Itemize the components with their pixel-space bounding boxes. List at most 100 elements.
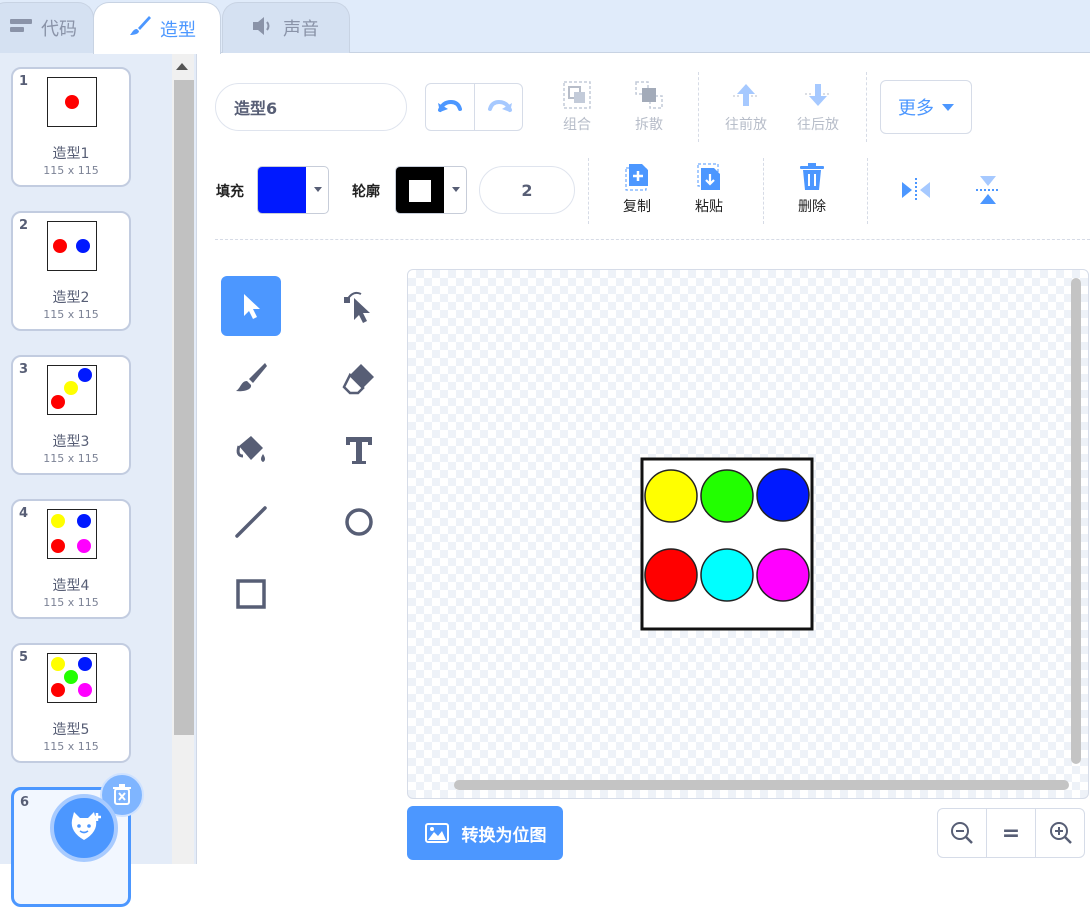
copy-label: 复制: [623, 199, 651, 215]
flip-vertical-button[interactable]: [970, 172, 1006, 208]
trash-icon: [800, 163, 824, 190]
ungroup-button[interactable]: 拆散: [624, 80, 674, 136]
rectangle-tool[interactable]: [221, 564, 281, 624]
tab-label: 代码: [41, 19, 77, 40]
arrow-up-icon: [733, 84, 759, 106]
circle-icon: [345, 508, 373, 536]
costume-size: 115 x 115: [43, 452, 99, 465]
costume-thumbnail: [47, 221, 97, 271]
paste-button[interactable]: 粘贴: [684, 162, 734, 216]
delete-button[interactable]: 删除: [787, 162, 837, 216]
ungroup-label: 拆散: [635, 117, 663, 133]
brush-tool[interactable]: [221, 348, 281, 408]
ungroup-icon: [635, 81, 663, 109]
costume-name: 造型3: [52, 434, 90, 450]
tab-label: 造型: [160, 19, 196, 41]
costume-drawing[interactable]: [640, 457, 814, 631]
fill-tool[interactable]: [221, 420, 281, 480]
arrow-pointer-icon: [244, 294, 260, 319]
fill-swatch: [258, 167, 306, 213]
text-tool[interactable]: [329, 420, 389, 480]
undo-icon: [438, 99, 462, 112]
line-icon: [235, 506, 267, 538]
costume-size: 115 x 115: [43, 308, 99, 321]
convert-label: 转换为位图: [461, 825, 547, 846]
text-icon: [346, 437, 372, 464]
costume-name: 造型5: [52, 722, 90, 738]
caret-down-icon: [314, 187, 322, 192]
zoom-out-button[interactable]: [938, 809, 987, 857]
undo-button[interactable]: [426, 84, 475, 130]
flip-vertical-icon: [976, 176, 1000, 204]
tab-costumes[interactable]: 造型: [93, 2, 221, 54]
caret-down-icon: [452, 187, 460, 192]
select-tool[interactable]: [221, 276, 281, 336]
tab-sounds[interactable]: 声音: [222, 2, 350, 53]
yellow-circle: [644, 469, 698, 523]
zoom-in-icon: [1049, 822, 1072, 844]
green-circle: [700, 469, 754, 523]
costume-thumbnail: [47, 653, 97, 703]
flip-horizontal-button[interactable]: [898, 172, 934, 208]
code-icon: [9, 17, 33, 40]
paint-bucket-icon: [236, 436, 265, 462]
costume-list: 1 造型1 115 x 115 2 造型2 115 x 115 3 造型3 11…: [0, 53, 197, 907]
outline-width-input[interactable]: 2: [479, 166, 575, 214]
canvas-vertical-scrollbar[interactable]: [1071, 278, 1081, 764]
copy-button[interactable]: 复制: [612, 162, 662, 216]
outline-swatch: [396, 167, 444, 213]
tab-code[interactable]: 代码: [0, 2, 94, 53]
costume-name-input[interactable]: 造型6: [215, 83, 407, 131]
convert-to-bitmap-button[interactable]: 转换为位图: [407, 806, 563, 860]
copy-icon: [625, 164, 648, 191]
eraser-tool[interactable]: [329, 348, 389, 408]
costume-number: 4: [19, 506, 29, 521]
costume-number: 3: [19, 362, 29, 377]
costume-size: 115 x 115: [43, 596, 99, 609]
more-label: 更多: [898, 98, 934, 119]
backward-label: 往后放: [797, 117, 839, 133]
costume-name: 造型4: [52, 578, 90, 594]
group-label: 组合: [563, 117, 591, 133]
eraser-icon: [342, 364, 374, 395]
paint-canvas[interactable]: [407, 269, 1089, 799]
blue-circle: [756, 468, 810, 522]
zoom-in-button[interactable]: [1036, 809, 1085, 857]
costume-thumbnail: [47, 365, 97, 415]
forward-button[interactable]: 往前放: [720, 80, 772, 136]
costume-item[interactable]: 2 造型2 115 x 115: [11, 211, 131, 331]
zoom-reset-button[interactable]: =: [987, 809, 1036, 857]
costume-size: 115 x 115: [43, 164, 99, 177]
backward-button[interactable]: 往后放: [792, 80, 844, 136]
more-button[interactable]: 更多: [880, 80, 972, 134]
costume-number: 1: [19, 74, 29, 89]
costume-list-scroll-thumb[interactable]: [174, 80, 194, 735]
costume-number: 5: [19, 650, 29, 665]
circle-tool[interactable]: [329, 492, 389, 552]
costume-item[interactable]: 5 造型5 115 x 115: [11, 643, 131, 763]
paste-icon: [697, 163, 720, 190]
cyan-circle: [700, 548, 754, 602]
cat-plus-icon: [71, 812, 101, 840]
speaker-icon: [251, 15, 275, 42]
costume-item[interactable]: 4 造型4 115 x 115: [11, 499, 131, 619]
group-button[interactable]: 组合: [552, 80, 602, 136]
redo-button[interactable]: [475, 84, 524, 130]
outline-label: 轮廓: [352, 184, 380, 200]
costume-item[interactable]: 1 造型1 115 x 115: [11, 67, 131, 187]
outline-color-picker[interactable]: [395, 166, 467, 214]
scroll-up-icon[interactable]: [176, 63, 188, 70]
costume-thumbnail: [47, 509, 97, 559]
choose-costume-button[interactable]: [50, 794, 118, 862]
canvas-horizontal-scrollbar[interactable]: [454, 780, 1069, 790]
delete-label: 删除: [798, 199, 826, 215]
reshape-tool[interactable]: [329, 276, 389, 336]
costume-item[interactable]: 3 造型3 115 x 115: [11, 355, 131, 475]
line-tool[interactable]: [221, 492, 281, 552]
zoom-out-icon: [951, 822, 973, 844]
reshape-icon: [344, 291, 370, 323]
fill-label: 填充: [216, 184, 244, 200]
fill-color-picker[interactable]: [257, 166, 329, 214]
costume-thumbnail: [47, 77, 97, 127]
rectangle-icon: [236, 579, 266, 609]
